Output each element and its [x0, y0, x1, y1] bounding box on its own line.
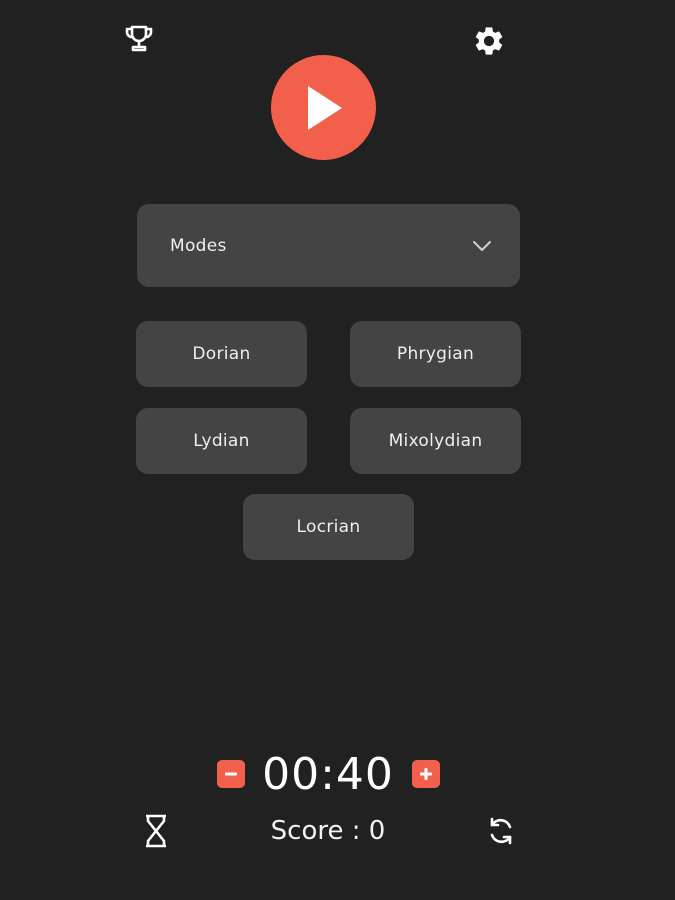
restart-button[interactable] [481, 812, 521, 850]
trophy-icon [125, 25, 153, 52]
option-phrygian-button[interactable]: Phrygian [350, 321, 521, 387]
option-mixolydian-button[interactable]: Mixolydian [350, 408, 521, 474]
gear-icon [475, 27, 503, 55]
plus-icon [420, 768, 432, 780]
category-dropdown-value: Modes [170, 235, 227, 256]
option-dorian-button[interactable]: Dorian [136, 321, 307, 387]
refresh-icon [490, 817, 512, 845]
increase-time-button[interactable] [412, 760, 440, 788]
trophy-button[interactable] [118, 18, 160, 58]
settings-button[interactable] [468, 20, 510, 62]
category-dropdown[interactable]: Modes [137, 204, 520, 287]
timer-mode-button[interactable] [138, 811, 174, 851]
option-lydian-button[interactable]: Lydian [136, 408, 307, 474]
play-icon [307, 85, 342, 130]
play-button[interactable] [271, 55, 376, 160]
decrease-time-button[interactable] [217, 760, 245, 788]
timer-display: 00:40 [262, 749, 394, 800]
chevron-down-icon [473, 240, 491, 251]
score-label: Score : 0 [270, 816, 386, 846]
option-locrian-button[interactable]: Locrian [243, 494, 414, 560]
minus-icon [225, 772, 237, 776]
hourglass-icon [146, 814, 166, 848]
